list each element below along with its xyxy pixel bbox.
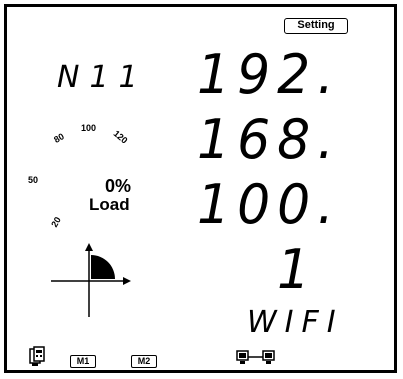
m1-indicator: M1 <box>70 355 96 368</box>
mode-display: WIFI <box>247 305 344 340</box>
load-percent: 0% <box>105 176 132 196</box>
node-id-display: N11 <box>57 60 148 95</box>
gauge-tick-100: 100 <box>81 123 97 133</box>
load-label: Load <box>89 195 130 214</box>
ip-octet-4: 1 <box>277 238 318 302</box>
gauge-tick-50: 50 <box>28 175 39 185</box>
gauge-tick-80: 80 <box>52 131 66 145</box>
network-link-icon <box>236 350 275 364</box>
device-icon <box>29 346 45 366</box>
ip-octet-3: 100. <box>197 173 341 237</box>
gauge-tick-20: 20 <box>49 215 63 229</box>
quadrant-icon <box>51 243 131 317</box>
ip-octet-2: 168. <box>197 108 341 172</box>
setting-button[interactable]: Setting <box>284 18 348 34</box>
lcd-screen: Setting N11 192. 168. 100. 1 WIFI 50 80 … <box>4 4 397 373</box>
gauge-tick-120: 120 <box>111 128 130 146</box>
m2-indicator: M2 <box>131 355 157 368</box>
ip-octet-1: 192. <box>197 43 341 107</box>
